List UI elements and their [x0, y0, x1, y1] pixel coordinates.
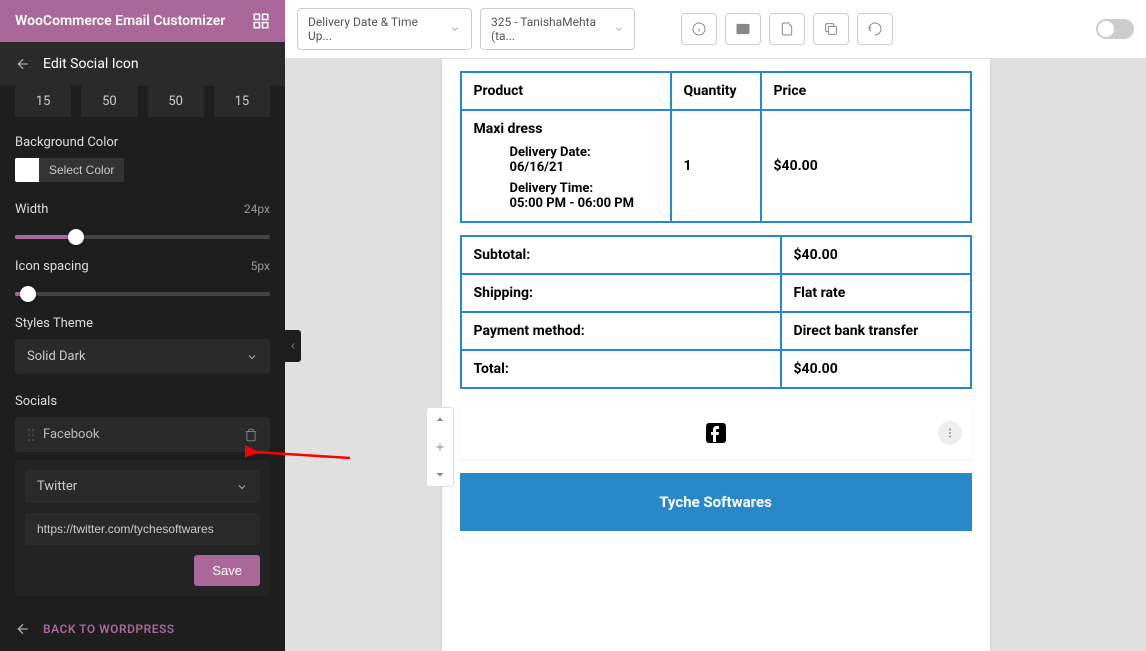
back-arrow-icon: [15, 621, 31, 637]
main: Delivery Date & Time Up... 325 - Tanisha…: [285, 0, 1146, 651]
topbar: Delivery Date & Time Up... 325 - Tanisha…: [285, 0, 1146, 59]
panel-title: Edit Social Icon: [43, 56, 139, 72]
bg-color-label: Background Color: [15, 135, 270, 150]
trash-icon[interactable]: [244, 428, 258, 442]
table-row: Payment method:Direct bank transfer: [461, 312, 971, 350]
spacing-slider[interactable]: [15, 292, 270, 296]
padding-left[interactable]: 15: [214, 86, 270, 117]
padding-bottom[interactable]: 50: [148, 86, 204, 117]
sidebar-body: 15 50 50 15 Background Color Select Colo…: [0, 86, 285, 607]
spacing-field: Icon spacing 5px: [15, 259, 270, 296]
theme-field: Styles Theme Solid Dark: [15, 316, 270, 374]
file-button[interactable]: [769, 13, 805, 45]
facebook-icon: [704, 421, 728, 445]
chevron-down-icon: [246, 351, 258, 363]
col-quantity: Quantity: [671, 72, 761, 110]
save-button[interactable]: Save: [194, 555, 260, 586]
social-item-facebook[interactable]: Facebook: [15, 417, 270, 452]
drag-icon: [27, 428, 35, 442]
undo-button[interactable]: [857, 13, 893, 45]
select-color-button[interactable]: Select Color: [39, 158, 124, 182]
collapse-handle[interactable]: [285, 330, 301, 362]
width-slider[interactable]: [15, 235, 270, 239]
preview-canvas[interactable]: [Order #325] (29/06/2021) Product Quanti…: [285, 59, 1146, 651]
chevron-down-icon: [449, 23, 461, 35]
bg-color-field: Background Color Select Color: [15, 135, 270, 182]
panel-title-bar[interactable]: Edit Social Icon: [0, 42, 285, 86]
email-footer: Tyche Softwares: [460, 473, 972, 531]
theme-label: Styles Theme: [15, 316, 270, 331]
email-preview: [Order #325] (29/06/2021) Product Quanti…: [442, 59, 990, 651]
padding-top[interactable]: 15: [15, 86, 71, 117]
slider-thumb[interactable]: [68, 229, 84, 245]
padding-right[interactable]: 50: [81, 86, 137, 117]
color-swatch[interactable]: [15, 158, 39, 182]
chevron-down-icon: [236, 481, 248, 493]
slider-thumb[interactable]: [20, 286, 36, 302]
order-select[interactable]: 325 - TanishaMehta (ta...: [480, 8, 635, 50]
order-totals-table: Subtotal:$40.00 Shipping:Flat rate Payme…: [460, 235, 972, 389]
email-button[interactable]: [725, 13, 761, 45]
grid-icon[interactable]: [252, 12, 270, 30]
table-row: Subtotal:$40.00: [461, 236, 971, 274]
width-value: 24px: [244, 202, 270, 216]
preview-toggle[interactable]: [1096, 19, 1134, 39]
socials-label: Socials: [15, 394, 270, 409]
table-row: Total:$40.00: [461, 350, 971, 388]
back-arrow-icon: [15, 56, 31, 72]
info-button[interactable]: [681, 13, 717, 45]
width-field: Width 24px: [15, 202, 270, 239]
social-edit-panel: Twitter Save: [15, 460, 270, 596]
copy-button[interactable]: [813, 13, 849, 45]
back-to-wordpress[interactable]: BACK TO WORDPRESS: [0, 607, 285, 651]
order-items-table: Product Quantity Price Maxi dress Delive…: [460, 71, 972, 223]
spacing-value: 5px: [251, 259, 270, 273]
chevron-down-icon: [614, 23, 624, 35]
width-label: Width: [15, 202, 48, 217]
spacing-label: Icon spacing: [15, 259, 89, 274]
col-product: Product: [461, 72, 671, 110]
table-row: Maxi dress Delivery Date: 06/16/21 Deliv…: [461, 110, 971, 222]
social-url-input[interactable]: [25, 513, 260, 545]
sidebar-header: WooCommerce Email Customizer: [0, 0, 285, 42]
socials-field: Socials Facebook Twitter Save: [15, 394, 270, 596]
section-tools: [426, 407, 454, 487]
col-price: Price: [761, 72, 971, 110]
social-section[interactable]: [460, 407, 972, 459]
move-down-button[interactable]: [427, 460, 453, 486]
order-heading: [Order #325] (29/06/2021): [442, 59, 990, 63]
move-up-button[interactable]: [427, 408, 453, 434]
social-platform-select[interactable]: Twitter: [25, 470, 260, 503]
theme-select[interactable]: Solid Dark: [15, 339, 270, 374]
padding-inputs: 15 50 50 15: [15, 86, 270, 117]
table-row: Shipping:Flat rate: [461, 274, 971, 312]
add-button[interactable]: [427, 434, 453, 460]
email-type-select[interactable]: Delivery Date & Time Up...: [297, 8, 472, 50]
section-menu-button[interactable]: [938, 421, 962, 445]
app-title: WooCommerce Email Customizer: [15, 13, 225, 29]
sidebar: WooCommerce Email Customizer Edit Social…: [0, 0, 285, 651]
